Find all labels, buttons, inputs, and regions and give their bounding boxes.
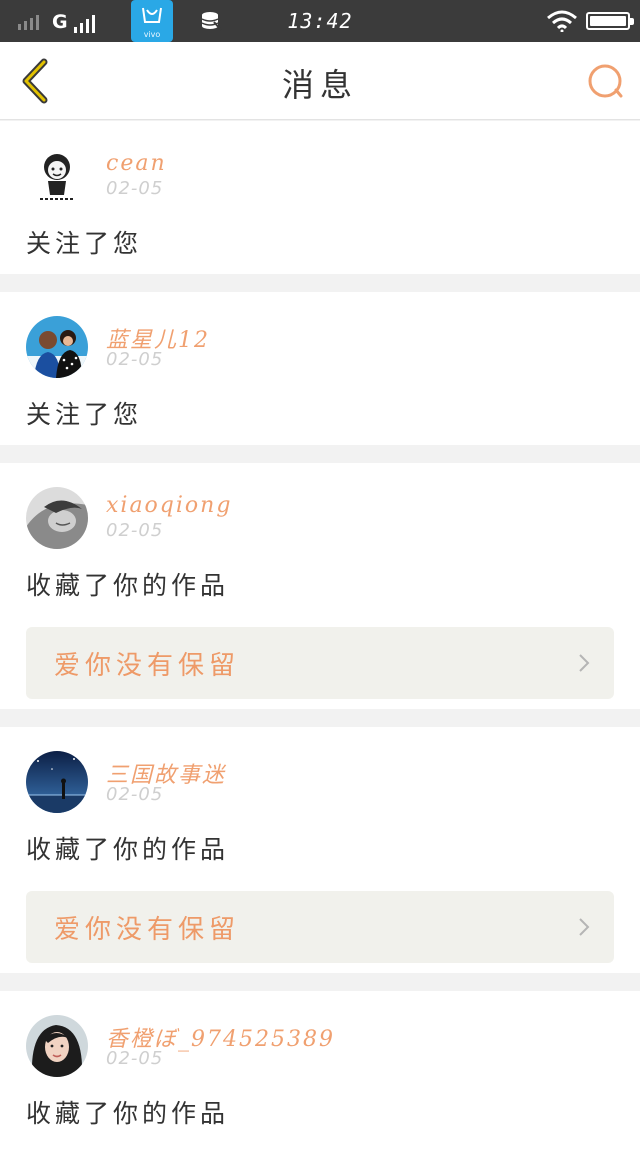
clock: 13:42 [287, 9, 353, 33]
work-link[interactable]: 爱你没有保留 [26, 627, 614, 699]
message-date: 02-05 [106, 178, 164, 199]
message-item[interactable]: 香橙ぼ_974525389 02-05 收藏了你的作品 [0, 991, 640, 1171]
battery-icon [586, 12, 634, 30]
night-sky-avatar[interactable] [26, 751, 88, 813]
message-date: 02-05 [106, 1048, 164, 1069]
top-navigation-bar: 消息 [0, 42, 640, 120]
couple-photo-avatar[interactable] [26, 316, 88, 378]
work-title: 爱你没有保留 [54, 651, 241, 681]
message-date: 02-05 [106, 784, 164, 805]
username[interactable]: cean [106, 151, 167, 176]
meme-face-avatar[interactable] [26, 145, 88, 207]
chevron-right-icon [579, 654, 590, 672]
message-action-text: 收藏了你的作品 [26, 835, 230, 864]
status-bar: G vivo 13:42 [0, 0, 640, 42]
grayscale-portrait-avatar[interactable] [26, 487, 88, 549]
message-action-text: 收藏了你的作品 [26, 1099, 230, 1128]
work-title: 爱你没有保留 [54, 915, 241, 945]
message-item[interactable]: xiaoqiong 02-05 收藏了你的作品 爱你没有保留 [0, 463, 640, 709]
message-list: cean 02-05 关注了您 蓝星儿12 02-05 关注了您 xiaoqio… [0, 121, 640, 1171]
message-item[interactable]: cean 02-05 关注了您 [0, 121, 640, 274]
message-action-text: 收藏了你的作品 [26, 571, 230, 600]
wifi-icon [547, 10, 577, 32]
message-action-text: 关注了您 [26, 400, 143, 429]
page-title: 消息 [281, 66, 358, 104]
portrait-avatar[interactable] [26, 1015, 88, 1077]
message-action-text: 关注了您 [26, 229, 143, 258]
search-icon[interactable] [586, 62, 626, 102]
work-link[interactable]: 爱你没有保留 [26, 891, 614, 963]
message-date: 02-05 [106, 349, 164, 370]
username[interactable]: xiaoqiong [106, 493, 232, 518]
chevron-right-icon [579, 918, 590, 936]
message-item[interactable]: 蓝星儿12 02-05 关注了您 [0, 292, 640, 445]
message-item[interactable]: 三国故事迷 02-05 收藏了你的作品 爱你没有保留 [0, 727, 640, 973]
message-date: 02-05 [106, 520, 164, 541]
